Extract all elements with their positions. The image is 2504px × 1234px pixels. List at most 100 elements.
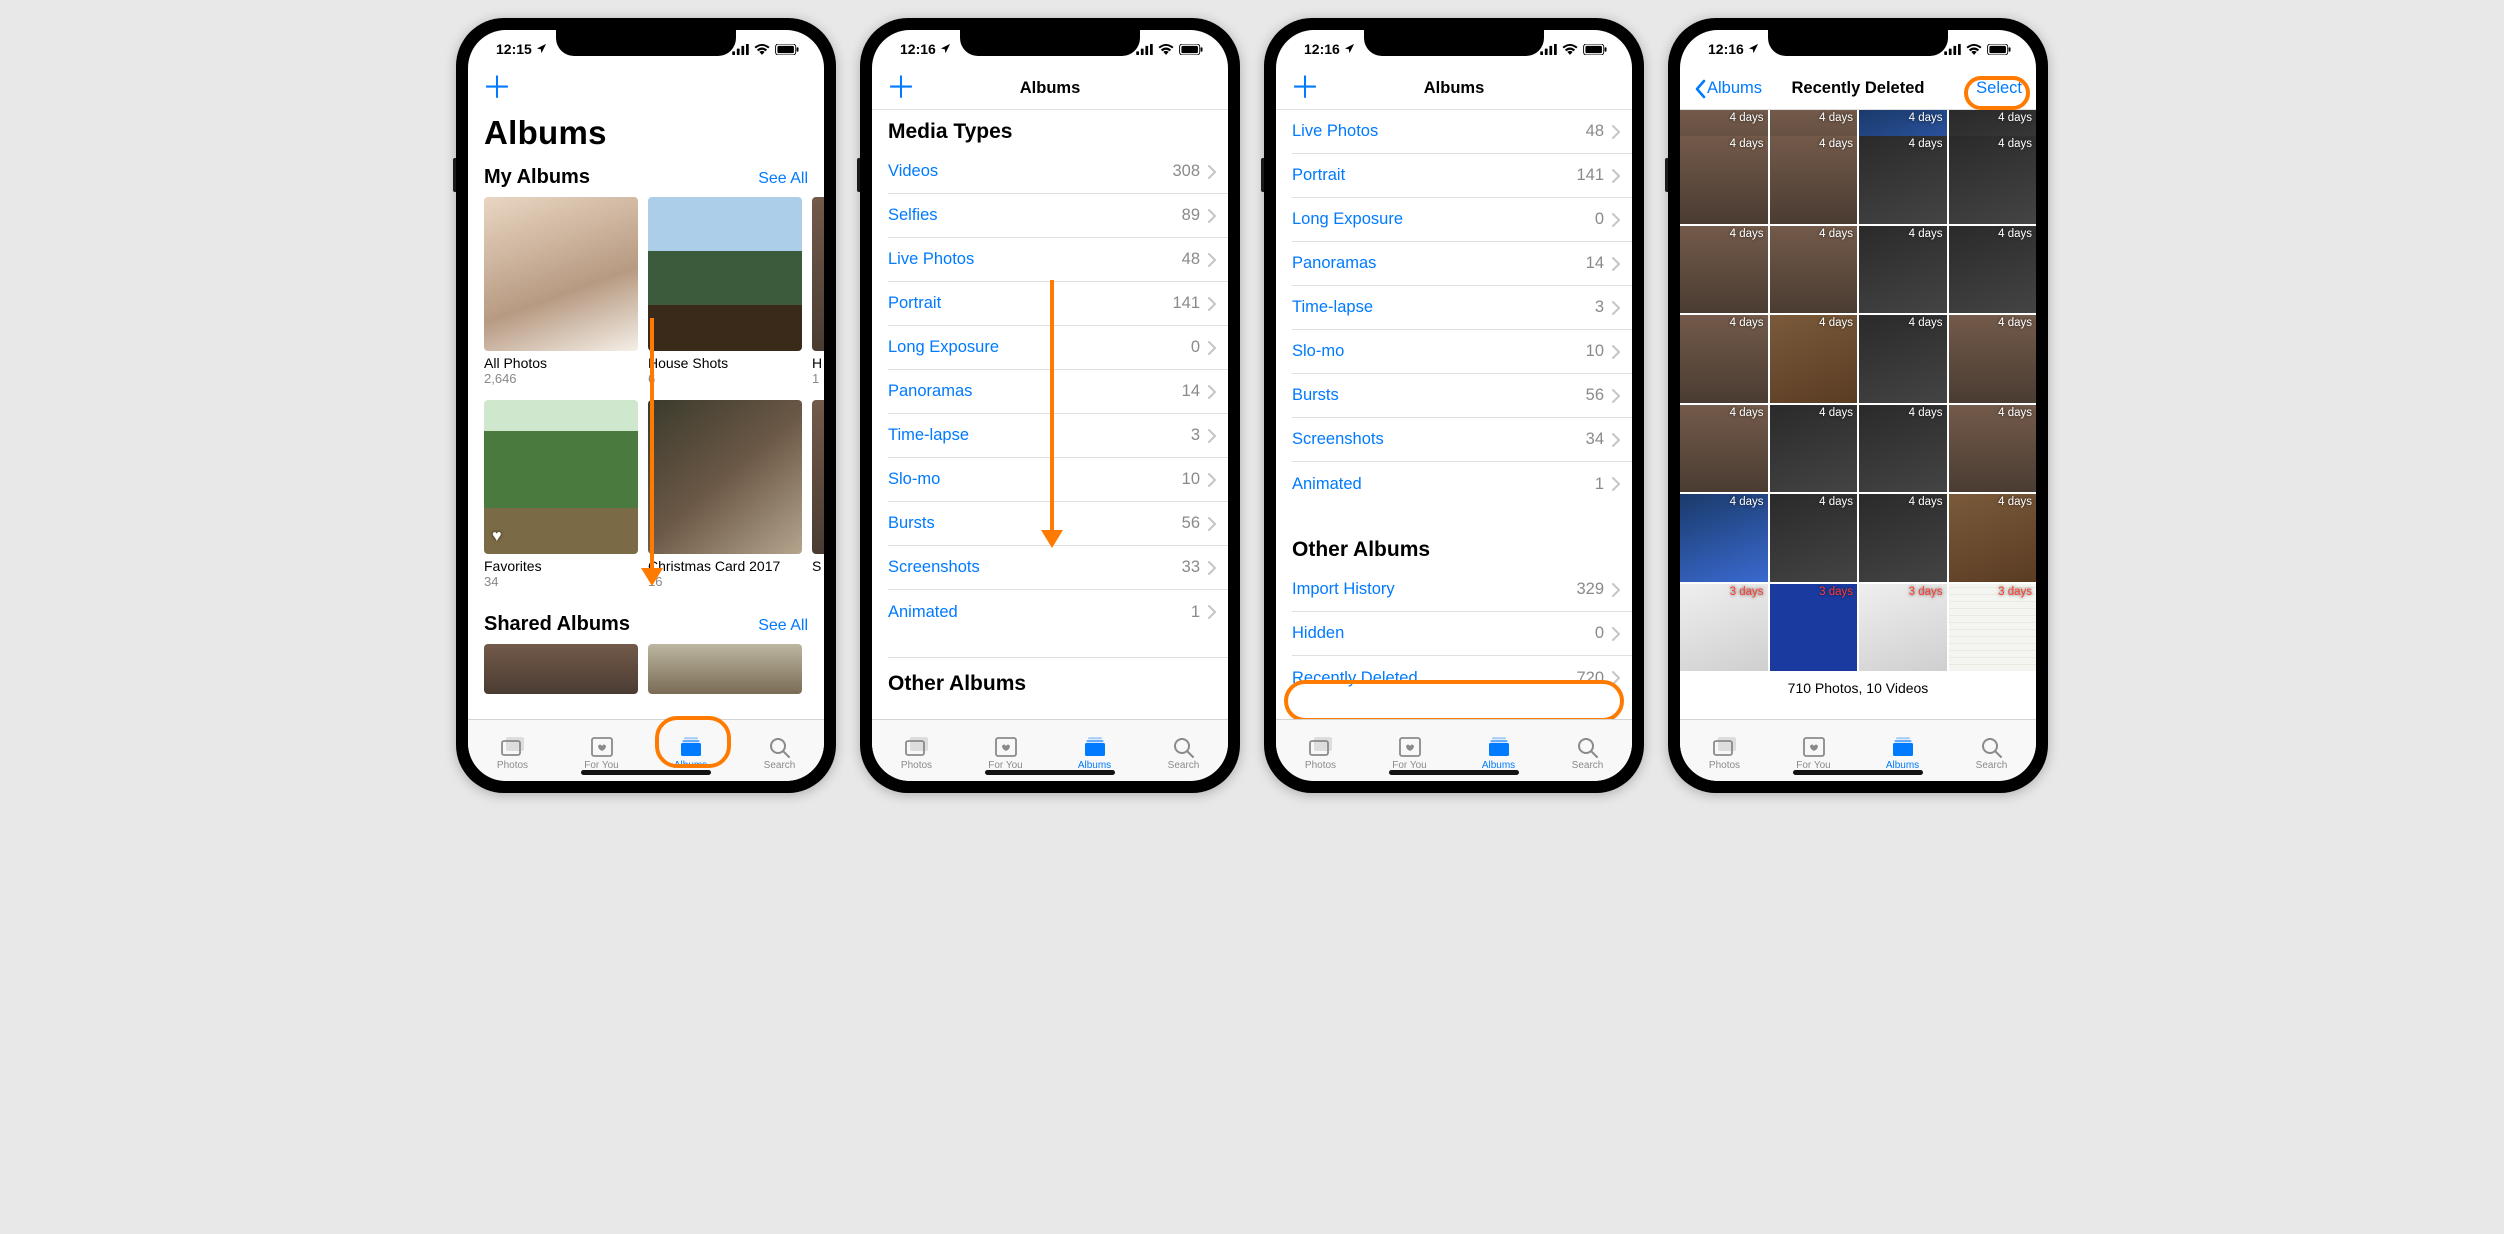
media-type-row[interactable]: Screenshots 33 [888, 546, 1228, 590]
media-type-row[interactable]: Selfies 89 [888, 194, 1228, 238]
photo-cell[interactable]: 4 days [1949, 405, 2037, 493]
photo-cell[interactable]: 4 days [1949, 494, 2037, 582]
tab-photos[interactable]: Photos [468, 720, 557, 781]
home-indicator[interactable] [1793, 770, 1923, 775]
photo-cell[interactable]: 4 days [1770, 494, 1858, 582]
chevron-right-icon [1208, 253, 1216, 267]
row-count: 1 [1191, 603, 1200, 622]
photo-cell[interactable]: 4 days [1859, 136, 1947, 224]
media-type-row[interactable]: Slo-mo 10 [888, 458, 1228, 502]
content-scroll[interactable]: My Albums See All All Photos 2,646 House… [468, 158, 824, 719]
tab-label: For You [1796, 760, 1830, 771]
album-favorites[interactable]: ♥ Favorites 34 [484, 400, 638, 589]
row-count: 329 [1576, 580, 1604, 599]
media-type-row[interactable]: Live Photos 48 [1292, 110, 1632, 154]
media-type-row[interactable]: Time-lapse 3 [1292, 286, 1632, 330]
select-button[interactable]: Select [1976, 79, 2022, 98]
photo-cell[interactable]: 4 days [1770, 315, 1858, 403]
photo-cell[interactable]: 4 days [1859, 315, 1947, 403]
tab-photos[interactable]: Photos [872, 720, 961, 781]
albums-icon [678, 735, 704, 759]
clock: 12:16 [1304, 41, 1340, 57]
other-albums-title: Other Albums [1292, 528, 1632, 568]
media-type-row[interactable]: Videos 308 [888, 150, 1228, 194]
photo-cell[interactable]: 4 days [1859, 405, 1947, 493]
days-remaining-tag: 4 days [1730, 228, 1764, 240]
photo-cell[interactable]: 4 days [1770, 226, 1858, 314]
media-type-row[interactable]: Animated 1 [1292, 462, 1632, 506]
days-remaining-tag: 4 days [1998, 228, 2032, 240]
photo-cell[interactable]: 4 days [1680, 494, 1768, 582]
tab-search[interactable]: Search [1543, 720, 1632, 781]
add-button[interactable]: ＋ [1290, 74, 1320, 104]
photo-cell[interactable]: 4 days [1770, 405, 1858, 493]
nav-title: Albums [1020, 79, 1081, 98]
media-type-row[interactable]: Portrait 141 [888, 282, 1228, 326]
photo-cell[interactable]: 4 days [1680, 315, 1768, 403]
days-remaining-tag: 4 days [1909, 407, 1943, 419]
see-all-my-albums[interactable]: See All [758, 170, 808, 188]
photo-cell[interactable]: 4 days [1949, 136, 2037, 224]
photo-cell[interactable]: 4 days [1949, 226, 2037, 314]
home-indicator[interactable] [581, 770, 711, 775]
media-type-row[interactable]: Animated 1 [888, 590, 1228, 634]
notch [1768, 30, 1948, 56]
album-christmas-card[interactable]: Christmas Card 2017 16 [648, 400, 802, 589]
wifi-icon [1158, 44, 1174, 55]
content-scroll[interactable]: Live Photos 48 Portrait 141 Long Exposur… [1276, 110, 1632, 719]
tab-search[interactable]: Search [735, 720, 824, 781]
tab-photos[interactable]: Photos [1680, 720, 1769, 781]
photo-cell[interactable]: 3 days [1680, 584, 1768, 672]
album-house-shots[interactable]: House Shots 6 [648, 197, 802, 386]
chevron-right-icon [1612, 345, 1620, 359]
home-indicator[interactable] [1389, 770, 1519, 775]
row-label: Import History [1292, 580, 1395, 599]
signal-icon [732, 44, 749, 55]
media-type-row[interactable]: Portrait 141 [1292, 154, 1632, 198]
tab-photos[interactable]: Photos [1276, 720, 1365, 781]
other-album-row[interactable]: Import History 329 [1292, 568, 1632, 612]
media-type-row[interactable]: Long Exposure 0 [888, 326, 1228, 370]
photo-cell[interactable]: 3 days [1770, 584, 1858, 672]
other-album-row[interactable]: Hidden 0 [1292, 612, 1632, 656]
media-type-row[interactable]: Live Photos 48 [888, 238, 1228, 282]
album-partial[interactable]: H 1 [812, 197, 824, 386]
photo-cell[interactable]: 4 days [1949, 315, 2037, 403]
tab-search[interactable]: Search [1947, 720, 2036, 781]
photo-cell[interactable]: 3 days [1859, 584, 1947, 672]
media-type-row[interactable]: Panoramas 14 [1292, 242, 1632, 286]
chevron-right-icon [1208, 297, 1216, 311]
row-count: 56 [1182, 514, 1200, 533]
photo-cell[interactable]: 4 days [1859, 226, 1947, 314]
photo-cell[interactable]: 3 days [1949, 584, 2037, 672]
days-remaining-tag: 4 days [1730, 317, 1764, 329]
see-all-shared-albums[interactable]: See All [758, 617, 808, 635]
back-label: Albums [1707, 79, 1762, 98]
album-partial-2[interactable]: S [812, 400, 824, 589]
home-indicator[interactable] [985, 770, 1115, 775]
add-button[interactable]: ＋ [886, 74, 916, 104]
content-scroll[interactable]: Media Types Videos 308 Selfies 89 Live P… [872, 110, 1228, 719]
other-album-row[interactable]: Recently Deleted 720 [1292, 656, 1632, 700]
photos-icon [500, 735, 526, 759]
media-type-row[interactable]: Panoramas 14 [888, 370, 1228, 414]
media-type-row[interactable]: Screenshots 34 [1292, 418, 1632, 462]
content-scroll[interactable]: 4 days4 days4 days4 days4 days4 days4 da… [1680, 110, 2036, 719]
add-button[interactable]: ＋ [482, 74, 512, 104]
media-type-row[interactable]: Slo-mo 10 [1292, 330, 1632, 374]
tab-search[interactable]: Search [1139, 720, 1228, 781]
photo-cell[interactable]: 4 days [1680, 136, 1768, 224]
photo-cell[interactable]: 4 days [1680, 405, 1768, 493]
media-type-row[interactable]: Time-lapse 3 [888, 414, 1228, 458]
back-button[interactable]: Albums [1694, 79, 1762, 99]
shared-album-2[interactable] [648, 644, 802, 694]
location-icon [940, 43, 951, 54]
media-type-row[interactable]: Long Exposure 0 [1292, 198, 1632, 242]
media-type-row[interactable]: Bursts 56 [1292, 374, 1632, 418]
photo-cell[interactable]: 4 days [1859, 494, 1947, 582]
photo-cell[interactable]: 4 days [1770, 136, 1858, 224]
photo-grid: 4 days4 days4 days4 days4 days4 days4 da… [1680, 110, 2036, 668]
photo-cell[interactable]: 4 days [1680, 226, 1768, 314]
album-all-photos[interactable]: All Photos 2,646 [484, 197, 638, 386]
shared-album-1[interactable] [484, 644, 638, 694]
